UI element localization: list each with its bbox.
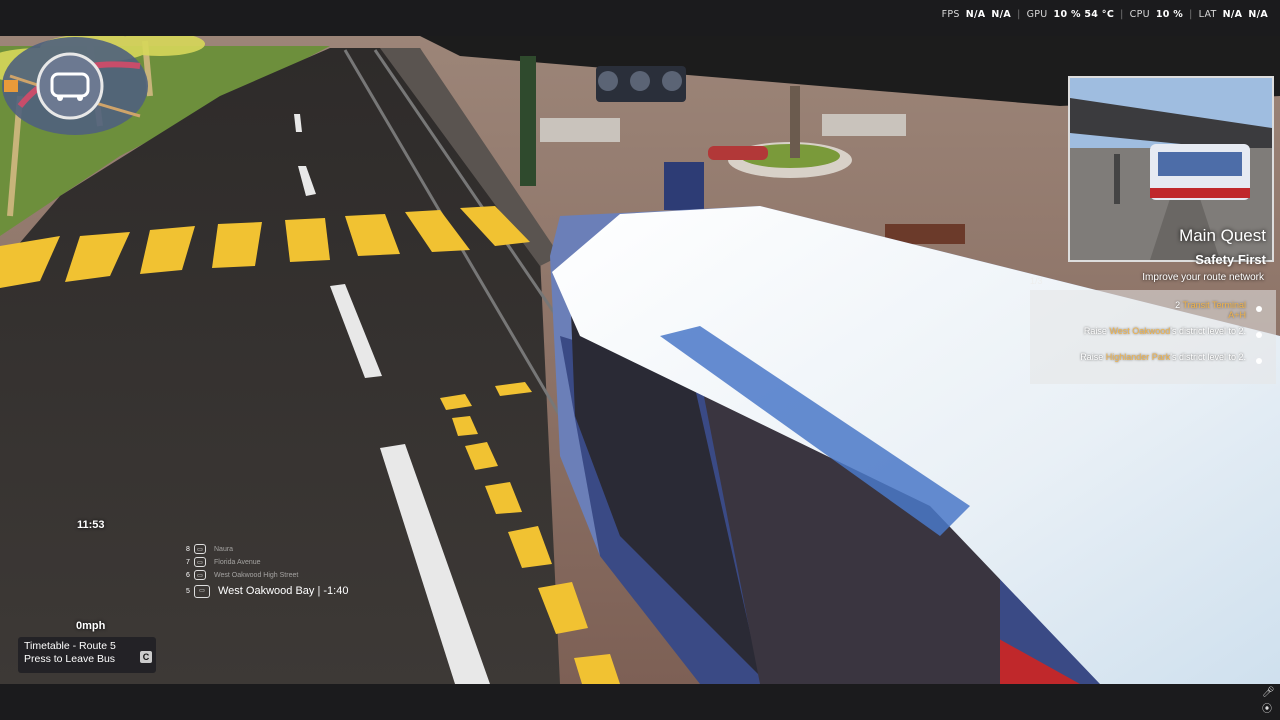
bus-icon: ▭ [194, 557, 206, 567]
task-status-dot [1256, 306, 1262, 312]
quest-task: 2 Transit Terminal A+H [1175, 300, 1246, 320]
speedometer: 0mph [76, 620, 106, 632]
route-stops-list: 8 ▭ Naura 7 ▭ Florida Avenue 6 ▭ West Oa… [186, 543, 386, 600]
quest-task: Raise Highlander Park's district level t… [1080, 352, 1246, 362]
bus-icon: ▭ [194, 570, 206, 580]
bus-icon: ▭ [194, 584, 210, 598]
fps-label: FPS [941, 9, 960, 20]
fps-value: N/A [965, 9, 986, 20]
minimap[interactable] [0, 36, 150, 136]
task-status-dot [1256, 358, 1262, 364]
task-suffix: 's district level to 2. [1170, 326, 1246, 336]
stop-number: 6 [186, 571, 190, 579]
stop-name: Florida Avenue [214, 558, 261, 566]
stop-item: 7 ▭ Florida Avenue [186, 556, 386, 568]
game-clock: 11:53 [77, 519, 105, 531]
gpu-label: GPU [1026, 9, 1048, 20]
quest-progress: 1/3 [1030, 276, 1043, 286]
bus-icon: ▭ [194, 544, 206, 554]
separator: | [1189, 9, 1193, 20]
stop-item: 6 ▭ West Oakwood High Street [186, 569, 386, 581]
microphone-icon[interactable]: 🎤︎ [1262, 688, 1275, 698]
task-prefix: Raise [1080, 352, 1106, 362]
quest-description: Improve your route network [1142, 272, 1264, 283]
cpu-value: 10 % [1155, 9, 1184, 20]
gpu-value: 10 % 54 °C [1053, 9, 1115, 20]
task-prefix: Raise [1083, 326, 1110, 336]
quest-task: Raise West Oakwood's district level to 2… [1084, 326, 1246, 336]
stop-name: West Oakwood Bay | -1:40 [218, 585, 349, 597]
lat-value: N/A [1222, 9, 1243, 20]
stop-number: 5 [186, 587, 190, 595]
fps-value-2: N/A [991, 9, 1012, 20]
keyboard-c-icon[interactable]: C [140, 651, 152, 663]
stop-name: Naura [214, 545, 234, 553]
cpu-label: CPU [1129, 9, 1150, 20]
task-suffix: 's district level to 2. [1170, 352, 1246, 362]
task-status-dot [1256, 332, 1262, 338]
separator: | [1120, 9, 1124, 20]
stop-item: 8 ▭ Naura [186, 543, 386, 555]
lat-label: LAT [1198, 9, 1217, 20]
stop-name: West Oakwood High Street [214, 571, 299, 579]
quest-title: Main Quest [1179, 226, 1266, 245]
timetable-label: Timetable - Route 5 [24, 640, 116, 652]
task-highlight: Highlander Park [1105, 352, 1171, 362]
task-highlight: West Oakwood [1109, 326, 1171, 336]
task-prefix: 2 [1175, 300, 1181, 310]
timetable-button[interactable]: Timetable - Route 5 Press to Leave Bus C [18, 637, 156, 673]
stop-number: 7 [186, 558, 190, 566]
lat-value-2: N/A [1248, 9, 1268, 20]
task-highlight: Transit Terminal [1182, 300, 1246, 310]
stream-top-bar: FPS N/A N/A | GPU 10 % 54 °C | CPU 10 % … [0, 0, 1280, 36]
leave-bus-hint: Press to Leave Bus [24, 653, 116, 665]
separator: | [1017, 9, 1021, 20]
quest-subtitle: Safety First [1195, 252, 1266, 267]
stop-item-current: 5 ▭ West Oakwood Bay | -1:40 [186, 583, 386, 599]
stop-number: 8 [186, 545, 190, 553]
record-icon[interactable]: ⦿ [1262, 705, 1272, 715]
stream-bottom-bar [0, 684, 1280, 720]
task-suffix: A+H [1228, 310, 1246, 320]
performance-overlay: FPS N/A N/A | GPU 10 % 54 °C | CPU 10 % … [942, 9, 1268, 20]
